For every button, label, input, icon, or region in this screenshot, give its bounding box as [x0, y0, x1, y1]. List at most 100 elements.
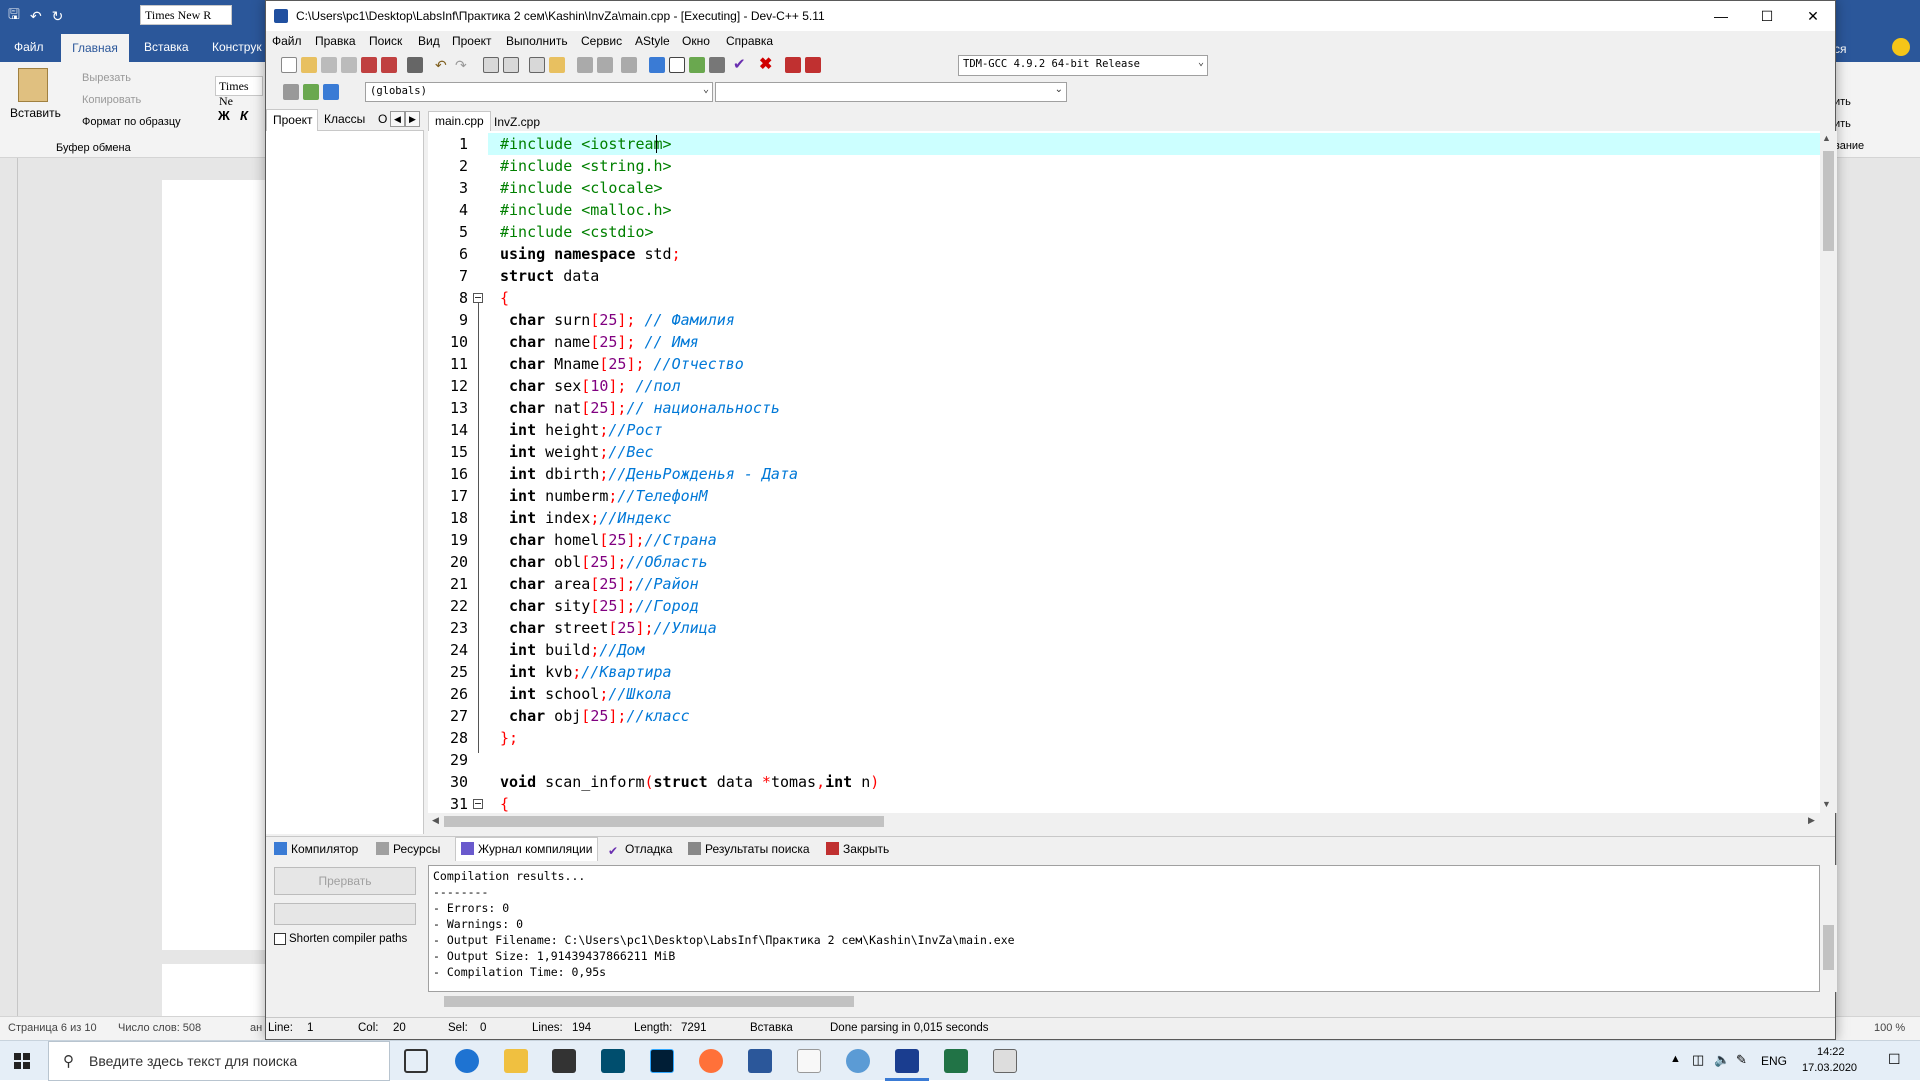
clock-date[interactable]: 17.03.2020 — [1802, 1062, 1857, 1074]
tab-search-results[interactable]: Результаты поиска — [688, 842, 810, 856]
code-line[interactable]: int numberm;//ТелефонМ — [500, 485, 708, 507]
console-window-icon[interactable] — [993, 1049, 1017, 1073]
code-line[interactable]: char homel[25];//Страна — [500, 529, 717, 551]
code-line[interactable]: int weight;//Вес — [500, 441, 654, 463]
tab-close[interactable]: Закрыть — [826, 842, 889, 856]
tab-file[interactable]: Файл — [14, 40, 44, 54]
file-explorer-icon[interactable] — [504, 1049, 528, 1073]
pen-icon[interactable]: ✎ — [1736, 1052, 1747, 1068]
scrollbar-thumb[interactable] — [444, 816, 884, 827]
unindent-icon[interactable] — [597, 57, 613, 73]
tab-insert[interactable]: Вставка — [144, 40, 189, 54]
log-vertical-scrollbar[interactable] — [1820, 865, 1837, 992]
menu-help[interactable]: Справка — [726, 34, 773, 48]
run-icon[interactable] — [669, 57, 685, 73]
chevron-left-icon[interactable]: ◀ — [432, 815, 439, 826]
compiler-select[interactable]: TDM-GCC 4.9.2 64-bit Release ⌄ — [958, 55, 1208, 76]
toggle-bookmark-icon[interactable] — [303, 84, 319, 100]
messenger-icon[interactable] — [846, 1049, 870, 1073]
symbol-select[interactable]: ⌄ — [715, 82, 1067, 102]
menu-search[interactable]: Поиск — [369, 34, 402, 48]
page-counter[interactable]: Страница 6 из 10 — [8, 1022, 97, 1034]
save-icon[interactable]: 🖫 — [8, 4, 20, 28]
document-page[interactable] — [162, 180, 270, 950]
code-line[interactable]: int school;//Школа — [500, 683, 672, 705]
tab-invz-cpp[interactable]: InvZ.cpp — [488, 113, 546, 131]
code-line[interactable]: #include <iostream> — [500, 133, 672, 155]
indent-icon[interactable] — [577, 57, 593, 73]
word-ribbon-item[interactable]: ить — [1834, 118, 1851, 130]
new-file-icon[interactable] — [281, 57, 297, 73]
code-line[interactable]: void scan_inform(struct data *tomas,int … — [500, 771, 879, 793]
tab-other[interactable]: О — [378, 112, 387, 126]
compile-log-output[interactable]: Compilation results... -------- - Errors: … — [428, 865, 1820, 992]
code-line[interactable]: }; — [500, 727, 518, 749]
format-painter-button[interactable]: Формат по образцу — [82, 116, 181, 128]
shorten-paths-checkbox[interactable] — [274, 933, 286, 945]
code-line[interactable]: char sity[25];//Город — [500, 595, 699, 617]
chevron-right-icon[interactable]: ▶ — [1808, 815, 1815, 826]
menu-execute[interactable]: Выполнить — [506, 34, 568, 48]
scope-select[interactable]: (globals) ⌄ — [365, 82, 713, 102]
undo-icon[interactable]: ↶ — [30, 8, 42, 25]
close-icon[interactable]: ✕ — [1790, 1, 1836, 31]
goto-bookmark-icon[interactable] — [323, 84, 339, 100]
goto-icon[interactable] — [529, 57, 545, 73]
taskbar-search-box[interactable]: ⚲ Введите здесь текст для поиска — [48, 1041, 390, 1081]
open-icon[interactable] — [301, 57, 317, 73]
menu-edit[interactable]: Правка — [315, 34, 356, 48]
minimize-icon[interactable]: — — [1698, 1, 1744, 31]
save-icon[interactable] — [321, 57, 337, 73]
fold-toggle-icon[interactable] — [473, 799, 483, 809]
maximize-icon[interactable]: ☐ — [1744, 1, 1790, 31]
code-line[interactable]: using namespace std; — [500, 243, 681, 265]
menu-astyle[interactable]: AStyle — [635, 34, 670, 48]
code-line[interactable]: char street[25];//Улица — [500, 617, 717, 639]
shorten-paths-option[interactable]: Shorten compiler paths — [274, 933, 407, 945]
find-icon[interactable] — [483, 57, 499, 73]
close-file-icon[interactable] — [361, 57, 377, 73]
volume-icon[interactable]: 🔈 — [1714, 1052, 1730, 1068]
cut-button[interactable]: Вырезать — [82, 72, 131, 84]
tab-home[interactable]: Главная — [61, 34, 129, 62]
compile-run-icon[interactable] — [689, 57, 705, 73]
word-ribbon-item[interactable]: ить — [1834, 96, 1851, 108]
italic-button[interactable]: К — [240, 108, 248, 123]
menu-project[interactable]: Проект — [452, 34, 492, 48]
chevron-up-icon[interactable]: ▲ — [1822, 133, 1831, 143]
code-line[interactable]: { — [500, 287, 509, 309]
code-line[interactable]: int index;//Индекс — [500, 507, 672, 529]
paste-icon[interactable] — [18, 68, 48, 102]
scrollbar-thumb[interactable] — [1823, 925, 1834, 970]
menu-view[interactable]: Вид — [418, 34, 440, 48]
stop-execution-icon[interactable]: ✖ — [759, 57, 775, 73]
compile-icon[interactable] — [649, 57, 665, 73]
word-counter[interactable]: Число слов: 508 — [118, 1022, 201, 1034]
redo-icon[interactable]: ↷ — [455, 57, 471, 73]
code-line[interactable]: char obl[25];//Область — [500, 551, 708, 573]
debug-icon[interactable] — [805, 57, 821, 73]
fold-toggle-icon[interactable] — [473, 293, 483, 303]
tab-resources[interactable]: Ресурсы — [376, 842, 440, 856]
bookmark-icon[interactable] — [549, 57, 565, 73]
language-indicator[interactable]: ENG — [1761, 1054, 1787, 1068]
windows-start-icon[interactable] — [14, 1053, 30, 1069]
tab-main-cpp[interactable]: main.cpp — [428, 111, 491, 131]
editor-vertical-scrollbar[interactable]: ▲ ▼ — [1820, 131, 1837, 813]
code-line[interactable]: struct data — [500, 265, 599, 287]
log-horizontal-scrollbar[interactable] — [428, 993, 1820, 1010]
code-line[interactable]: { — [500, 793, 509, 813]
tab-compiler[interactable]: Компилятор — [274, 842, 358, 856]
menu-tools[interactable]: Сервис — [581, 34, 622, 48]
chevron-left-icon[interactable]: ◀ — [390, 111, 405, 127]
clock-time[interactable]: 14:22 — [1817, 1046, 1845, 1058]
edge-icon[interactable] — [455, 1049, 479, 1073]
chevron-up-icon[interactable]: ▲ — [1670, 1053, 1681, 1065]
rebuild-icon[interactable] — [709, 57, 725, 73]
code-line[interactable]: char obj[25];//класс — [500, 705, 690, 727]
code-line[interactable]: int dbirth;//ДеньРожденья - Дата — [500, 463, 798, 485]
task-view-icon[interactable] — [404, 1049, 428, 1073]
font-name-box[interactable]: Times Ne — [215, 76, 263, 108]
close-all-icon[interactable] — [381, 57, 397, 73]
code-line[interactable]: char Mname[25]; //Отчество — [500, 353, 744, 375]
